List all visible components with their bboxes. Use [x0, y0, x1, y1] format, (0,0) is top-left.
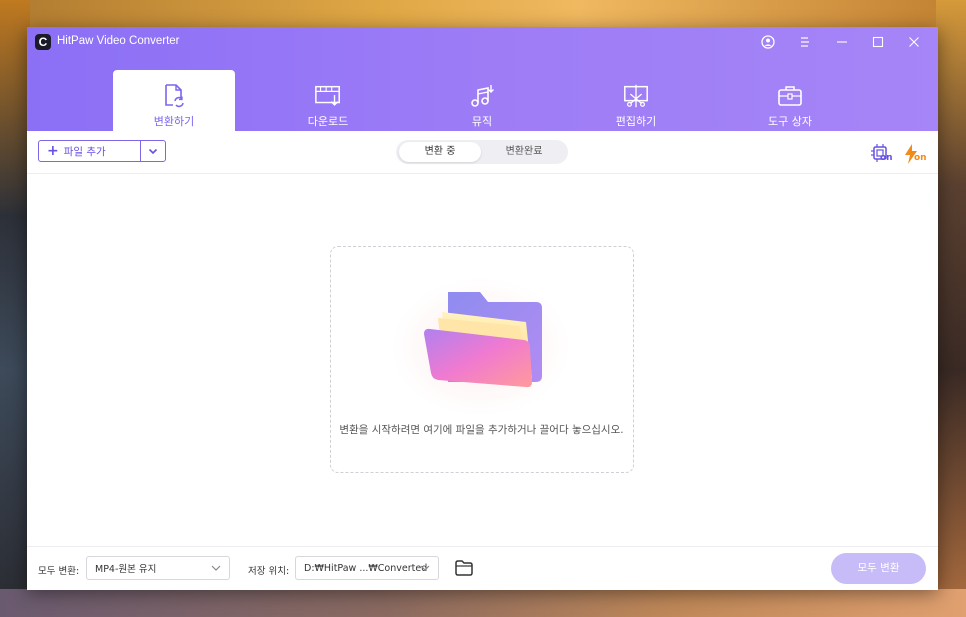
folder-icon: [424, 292, 542, 388]
app-header: C HitPaw Video Converter 변환하기 다운로드 뮤직 편집…: [27, 27, 938, 131]
convert-all-button[interactable]: 모두 변환: [831, 553, 926, 584]
output-format-select[interactable]: MP4-원본 유지: [86, 556, 230, 580]
add-file-dropdown[interactable]: [140, 141, 165, 161]
minimize-icon[interactable]: [831, 32, 853, 52]
output-format-value: MP4-원본 유지: [95, 564, 157, 575]
title-bar: C HitPaw Video Converter: [27, 27, 938, 57]
chevron-down-icon: [420, 565, 430, 571]
tab-download[interactable]: 다운로드: [267, 70, 389, 131]
music-icon: [468, 82, 496, 110]
chevron-down-icon: [148, 148, 158, 154]
desktop-background-bottom: [0, 589, 966, 617]
download-icon: [314, 82, 342, 110]
app-window: C HitPaw Video Converter 변환하기 다운로드 뮤직 편집…: [27, 27, 938, 590]
desktop-background-top: [0, 0, 966, 28]
maximize-icon[interactable]: [867, 32, 889, 52]
toolbox-icon: [776, 82, 804, 110]
hardware-acceleration-on-label: on: [880, 153, 893, 163]
close-icon[interactable]: [903, 32, 925, 52]
add-file-label: 파일 추가: [63, 145, 106, 158]
save-location-label: 저장 위치:: [248, 566, 290, 577]
tab-convert-label: 변환하기: [153, 115, 195, 128]
segment-converted[interactable]: 변환완료: [483, 142, 565, 162]
tab-download-label: 다운로드: [307, 115, 349, 128]
toolbar: + 파일 추가 변환 중 변환완료 on on: [27, 131, 938, 174]
segment-converting[interactable]: 변환 중: [399, 142, 481, 162]
status-segment: 변환 중 변환완료: [396, 140, 568, 164]
open-folder-icon[interactable]: [454, 559, 474, 577]
drop-zone[interactable]: 변환을 시작하려면 여기에 파일을 추가하거나 끌어다 놓으십시오.: [330, 246, 634, 473]
drop-zone-hint: 변환을 시작하려면 여기에 파일을 추가하거나 끌어다 놓으십시오.: [339, 424, 624, 436]
app-title: HitPaw Video Converter: [57, 35, 180, 47]
tab-edit-label: 편집하기: [615, 115, 657, 128]
footer-bar: 모두 변환: MP4-원본 유지 저장 위치: D:₩HitPaw ...₩Co…: [27, 546, 938, 590]
app-logo: C: [35, 34, 51, 50]
main-tabs: 변환하기 다운로드 뮤직 편집하기 도구 상자: [27, 70, 938, 131]
save-location-select[interactable]: D:₩HitPaw ...₩Converted: [295, 556, 439, 580]
tab-toolbox-label: 도구 상자: [768, 115, 812, 128]
desktop-background-right: [936, 0, 966, 617]
tab-convert[interactable]: 변환하기: [113, 70, 235, 131]
edit-icon: [622, 82, 650, 110]
save-location-value: D:₩HitPaw ...₩Converted: [304, 562, 428, 574]
convert-icon: [160, 82, 188, 110]
tab-toolbox[interactable]: 도구 상자: [729, 70, 851, 131]
tab-edit[interactable]: 편집하기: [575, 70, 697, 131]
chevron-down-icon: [211, 565, 221, 571]
tab-music-label: 뮤직: [471, 115, 493, 128]
tab-music[interactable]: 뮤직: [421, 70, 543, 131]
convert-all-format-label: 모두 변환:: [38, 566, 80, 577]
account-icon[interactable]: [757, 32, 779, 52]
desktop-background-left: [0, 0, 30, 617]
add-file-button[interactable]: + 파일 추가: [38, 140, 166, 162]
plus-icon: +: [47, 143, 59, 159]
high-speed-on-label: on: [914, 153, 927, 163]
menu-icon[interactable]: [794, 32, 816, 52]
